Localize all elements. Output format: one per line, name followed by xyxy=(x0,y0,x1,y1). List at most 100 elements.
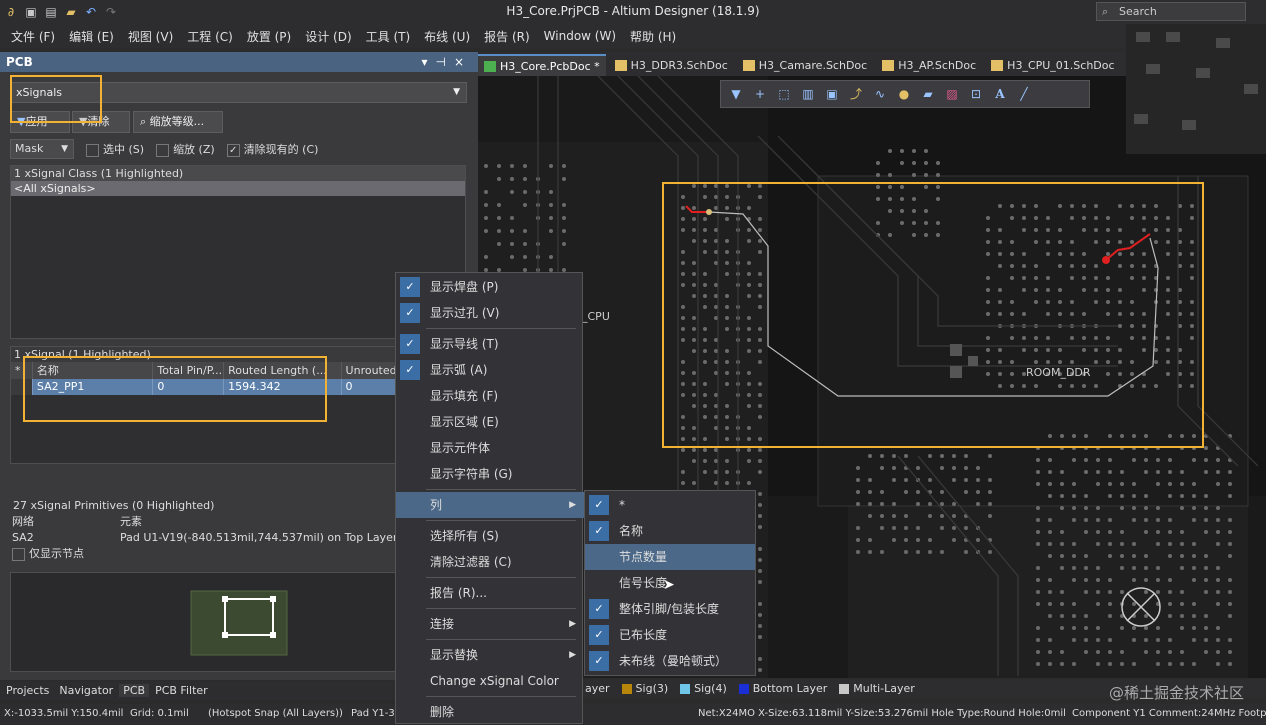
keepout-icon[interactable]: ▨ xyxy=(943,85,961,103)
menu-connect[interactable]: 连接 ▶ xyxy=(396,611,584,637)
pad-dot xyxy=(1190,312,1194,316)
menu-help[interactable]: 帮助 (H) xyxy=(623,28,683,45)
submenu-star[interactable]: ✓ * xyxy=(585,492,755,518)
pad-dot xyxy=(1130,252,1134,256)
menu-show-strings[interactable]: 显示字符串 (G) xyxy=(396,461,584,487)
redo-icon[interactable]: ↷ xyxy=(104,5,118,19)
layer-tab-sig4[interactable]: Sig(4) xyxy=(672,682,727,695)
layer-tab-bottom[interactable]: Bottom Layer xyxy=(731,682,827,695)
menu-tools[interactable]: 工具 (T) xyxy=(359,28,418,45)
menu-reports[interactable]: 报告 (R) xyxy=(477,28,537,45)
col-total-pin[interactable]: Total Pin/P... xyxy=(153,362,225,379)
tab-cpu01[interactable]: H3_CPU_01.SchDoc xyxy=(985,54,1120,76)
pad-dot xyxy=(1058,204,1062,208)
menu-design[interactable]: 设计 (D) xyxy=(298,28,358,45)
via-icon[interactable]: ● xyxy=(895,85,913,103)
pad-dot xyxy=(1094,216,1098,220)
layer-tab-sig3[interactable]: Sig(3) xyxy=(614,682,668,695)
menu-file[interactable]: 文件 (F) xyxy=(4,28,62,45)
save-all-icon[interactable]: ▤ xyxy=(44,5,58,19)
layer-tab-multi[interactable]: Multi-Layer xyxy=(831,682,915,695)
menu-show-regions[interactable]: 显示区域 (E) xyxy=(396,409,584,435)
undo-icon[interactable]: ↶ xyxy=(84,5,98,19)
pad-dot xyxy=(856,466,860,470)
crosshair-icon[interactable]: + xyxy=(751,85,769,103)
menu-show-vias[interactable]: ✓ 显示过孔 (V) xyxy=(396,300,584,326)
tab-pcb-filter[interactable]: PCB Filter xyxy=(151,684,212,697)
menu-show-pads[interactable]: ✓ 显示焊盘 (P) xyxy=(396,274,584,300)
menu-columns[interactable]: 列 ▶ xyxy=(396,492,584,518)
pad-dot xyxy=(964,478,968,482)
menu-show-bodies[interactable]: 显示元件体 xyxy=(396,435,584,461)
submenu-signal-length[interactable]: 信号长度 ➤ xyxy=(585,570,755,596)
tab-camare[interactable]: H3_Camare.SchDoc xyxy=(737,54,873,76)
tab-ap[interactable]: H3_AP.SchDoc xyxy=(876,54,982,76)
pad-dot xyxy=(1192,626,1196,630)
select-rect-icon[interactable]: ⬚ xyxy=(775,85,793,103)
mask-select[interactable]: Mask ▼ xyxy=(10,139,74,159)
pad-dot xyxy=(758,558,762,562)
pad-dot xyxy=(510,164,514,168)
menu-view[interactable]: 视图 (V) xyxy=(121,28,180,45)
menu-project[interactable]: 工程 (C) xyxy=(180,28,240,45)
tab-navigator[interactable]: Navigator xyxy=(55,684,117,697)
check-icon: ✓ xyxy=(400,360,420,380)
pad-dot xyxy=(1144,506,1148,510)
component-icon[interactable]: ▣ xyxy=(823,85,841,103)
pad-dot xyxy=(1168,590,1172,594)
pad-dot xyxy=(986,300,990,304)
search-input[interactable]: ⌕ Search xyxy=(1096,2,1246,21)
menu-window[interactable]: Window (W) xyxy=(537,29,623,43)
submenu-name[interactable]: ✓ 名称 xyxy=(585,518,755,544)
submenu-total-pin-length[interactable]: ✓ 整体引脚/包装长度 xyxy=(585,596,755,622)
text-icon[interactable]: A xyxy=(991,85,1009,103)
clear-existing-checkbox[interactable]: ✓ 清除现有的 (C) xyxy=(226,141,318,157)
fill-icon[interactable]: ▰ xyxy=(919,85,937,103)
pad-dot xyxy=(1228,470,1232,474)
pad-dot xyxy=(747,316,751,320)
zoom-level-button[interactable]: ⌕ 缩放等级... xyxy=(133,111,223,133)
menu-report[interactable]: 报告 (R)... xyxy=(396,580,584,606)
menu-show-arcs[interactable]: ✓ 显示弧 (A) xyxy=(396,357,584,383)
menu-edit[interactable]: 编辑 (E) xyxy=(62,28,121,45)
diff-pair-icon[interactable]: ∿ xyxy=(871,85,889,103)
clear-button[interactable]: ▼清除 xyxy=(72,111,130,133)
select-checkbox[interactable]: 选中 (S) xyxy=(86,141,144,157)
menu-route[interactable]: 布线 (U) xyxy=(417,28,477,45)
layer-tab-partial[interactable]: ayer xyxy=(585,682,610,695)
pad-dot xyxy=(1118,372,1122,376)
menu-delete[interactable]: 删除 xyxy=(396,699,584,725)
dimension-icon[interactable]: ⊡ xyxy=(967,85,985,103)
submenu-unrouted[interactable]: ✓ 未布线（曼哈顿式） xyxy=(585,648,755,674)
tab-ddr3[interactable]: H3_DDR3.SchDoc xyxy=(609,54,734,76)
save-icon[interactable]: ▣ xyxy=(24,5,38,19)
route-icon[interactable]: ⤴ xyxy=(847,85,865,103)
line-icon[interactable]: ╱ xyxy=(1015,85,1033,103)
menu-select-all[interactable]: 选择所有 (S) xyxy=(396,523,584,549)
open-folder-icon[interactable]: ▰ xyxy=(64,5,78,19)
tab-pcbdoc[interactable]: H3_Core.PcbDoc * xyxy=(478,54,606,76)
menu-show-replace[interactable]: 显示替换 ▶ xyxy=(396,642,584,668)
submenu-routed-length[interactable]: ✓ 已布长度 xyxy=(585,622,755,648)
mode-select[interactable]: xSignals ▼ xyxy=(10,82,467,103)
col-routed-length[interactable]: Routed Length (... xyxy=(224,362,342,379)
panel-controls-icon[interactable]: ▾⊣× xyxy=(421,52,472,72)
col-name[interactable]: 名称 xyxy=(33,362,154,379)
tab-projects[interactable]: Projects xyxy=(2,684,53,697)
col-star[interactable]: * xyxy=(11,362,33,379)
apply-button[interactable]: ▼应用 xyxy=(10,111,70,133)
class-item-all[interactable]: <All xSignals> xyxy=(11,181,465,196)
filter-icon[interactable]: ▼ xyxy=(727,85,745,103)
submenu-node-count[interactable]: 节点数量 xyxy=(585,544,755,570)
menu-show-fills[interactable]: 显示填充 (F) xyxy=(396,383,584,409)
bar-chart-icon[interactable]: ▥ xyxy=(799,85,817,103)
pad-dot xyxy=(1192,482,1196,486)
menu-show-tracks[interactable]: ✓ 显示导线 (T) xyxy=(396,331,584,357)
menu-clear-filter[interactable]: 清除过滤器 (C) xyxy=(396,549,584,575)
menu-place[interactable]: 放置 (P) xyxy=(240,28,298,45)
pad-dot xyxy=(1010,336,1014,340)
menu-change-color[interactable]: Change xSignal Color xyxy=(396,668,584,694)
tab-pcb[interactable]: PCB xyxy=(119,684,150,697)
pad-dot xyxy=(692,316,696,320)
zoom-checkbox[interactable]: 缩放 (Z) xyxy=(156,141,215,157)
